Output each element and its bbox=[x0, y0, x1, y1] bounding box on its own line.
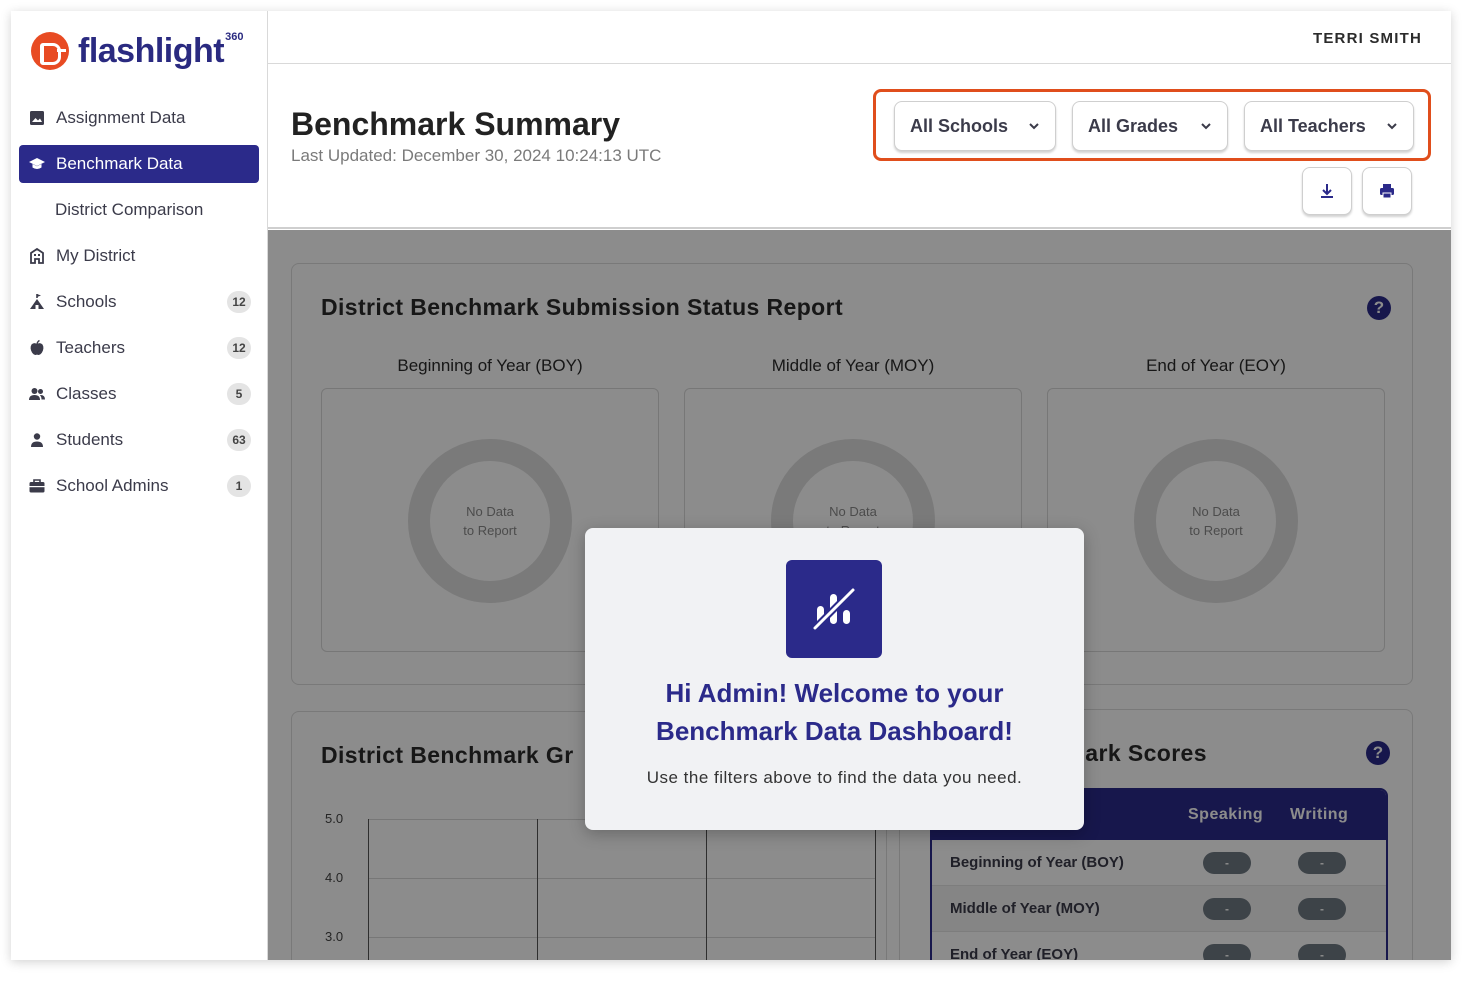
top-bar: TERRI SMITH bbox=[268, 11, 1451, 64]
schools-dropdown-value: All Schools bbox=[910, 115, 1009, 136]
count-badge: 12 bbox=[227, 337, 251, 359]
teachers-dropdown-value: All Teachers bbox=[1260, 115, 1366, 136]
sidebar-item-teachers[interactable]: Teachers 12 bbox=[19, 329, 259, 367]
sidebar: flashlight 360 Assignment Data Benchmark… bbox=[11, 11, 268, 960]
last-updated: Last Updated: December 30, 2024 10:24:13… bbox=[291, 146, 662, 165]
count-badge: 5 bbox=[227, 383, 251, 405]
modal-title: Hi Admin! Welcome to your Benchmark Data… bbox=[585, 674, 1084, 750]
sidebar-item-label: Schools bbox=[56, 292, 117, 311]
graduation-cap-icon bbox=[28, 155, 46, 173]
sidebar-item-label: Classes bbox=[56, 384, 117, 403]
schools-dropdown[interactable]: All Schools bbox=[894, 101, 1056, 151]
page-title: Benchmark Summary bbox=[291, 106, 621, 142]
sidebar-item-label: Students bbox=[56, 430, 124, 449]
logo-text: flashlight bbox=[78, 31, 225, 70]
sidebar-nav: Assignment Data Benchmark Data District … bbox=[19, 99, 259, 513]
chevron-down-icon bbox=[1029, 123, 1039, 130]
sidebar-item-students[interactable]: Students 63 bbox=[19, 421, 259, 459]
sidebar-item-school-admins[interactable]: School Admins 1 bbox=[19, 467, 259, 505]
grades-dropdown[interactable]: All Grades bbox=[1072, 101, 1228, 151]
sidebar-item-label: Assignment Data bbox=[56, 108, 186, 127]
grades-dropdown-value: All Grades bbox=[1088, 115, 1179, 136]
logo-superscript: 360 bbox=[225, 31, 244, 43]
download-icon bbox=[1321, 184, 1333, 198]
sidebar-item-label: School Admins bbox=[56, 476, 169, 495]
sidebar-item-classes[interactable]: Classes 5 bbox=[19, 375, 259, 413]
logo[interactable]: flashlight 360 bbox=[31, 29, 243, 73]
flashlight-logo-icon bbox=[31, 32, 69, 70]
sidebar-item-my-district[interactable]: My District bbox=[19, 237, 259, 275]
count-badge: 1 bbox=[227, 475, 251, 497]
sidebar-item-label: Teachers bbox=[56, 338, 125, 357]
no-chart-icon bbox=[786, 560, 882, 658]
apple-icon bbox=[28, 339, 46, 357]
person-icon bbox=[28, 431, 46, 449]
modal-title-line: Benchmark Data Dashboard! bbox=[656, 716, 1013, 746]
filter-group: All Schools All Grades All Teachers bbox=[873, 89, 1431, 161]
teachers-dropdown[interactable]: All Teachers bbox=[1244, 101, 1414, 151]
download-button[interactable] bbox=[1302, 167, 1352, 215]
welcome-modal: Hi Admin! Welcome to your Benchmark Data… bbox=[585, 528, 1084, 830]
group-icon bbox=[28, 385, 46, 403]
modal-title-line: Hi Admin! Welcome to your bbox=[665, 678, 1004, 708]
sidebar-item-label: District Comparison bbox=[55, 200, 204, 219]
sidebar-item-label: Benchmark Data bbox=[56, 154, 183, 173]
building-icon bbox=[28, 247, 46, 265]
app-window: flashlight 360 Assignment Data Benchmark… bbox=[11, 11, 1451, 960]
sidebar-item-label: My District bbox=[56, 246, 136, 265]
count-badge: 12 bbox=[227, 291, 251, 313]
chevron-down-icon bbox=[1201, 123, 1211, 130]
print-button[interactable] bbox=[1362, 167, 1412, 215]
count-badge: 63 bbox=[227, 429, 251, 451]
briefcase-icon bbox=[28, 477, 46, 495]
chevron-down-icon bbox=[1387, 123, 1397, 130]
sidebar-item-schools[interactable]: Schools 12 bbox=[19, 283, 259, 321]
sidebar-item-district-comparison[interactable]: District Comparison bbox=[19, 191, 259, 229]
modal-message: Use the filters above to find the data y… bbox=[646, 768, 1023, 787]
print-icon bbox=[1380, 184, 1394, 199]
page-header: Benchmark Summary Last Updated: December… bbox=[268, 64, 1451, 229]
school-icon bbox=[28, 293, 46, 311]
sidebar-item-assignment-data[interactable]: Assignment Data bbox=[19, 99, 259, 137]
sidebar-item-benchmark-data[interactable]: Benchmark Data bbox=[19, 145, 259, 183]
user-menu[interactable]: TERRI SMITH bbox=[1313, 30, 1422, 47]
image-icon bbox=[28, 109, 46, 127]
